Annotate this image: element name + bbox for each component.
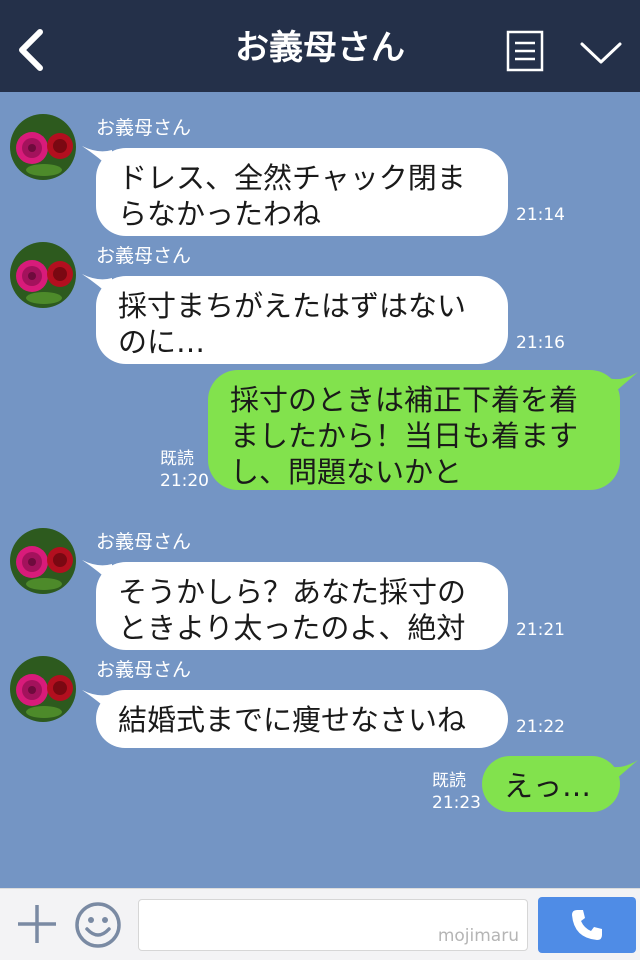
- watermark-text: mojimaru: [437, 926, 519, 946]
- avatar[interactable]: [10, 242, 76, 308]
- read-status: 既読 21:23: [432, 770, 481, 814]
- plus-icon[interactable]: [16, 903, 58, 945]
- read-label: 既読: [160, 449, 194, 469]
- message-line: ときより太ったのよ、絶対: [118, 611, 466, 645]
- message-time: 21:20: [160, 471, 209, 491]
- message-bubble[interactable]: そうかしら？あなた採寸の ときより太ったのよ、絶対: [96, 562, 508, 650]
- sender-name: お義母さん: [96, 117, 192, 139]
- read-label: 既読: [432, 771, 466, 791]
- message-line: のに…: [118, 325, 206, 359]
- input-bar: mojimaru: [0, 888, 640, 960]
- notes-icon[interactable]: [506, 30, 544, 72]
- avatar[interactable]: [10, 656, 76, 722]
- chevron-down-icon[interactable]: [578, 38, 624, 68]
- message-bubble[interactable]: 採寸のときは補正下着を着 ましたから！当日も着ます し、問題ないかと: [208, 370, 620, 490]
- message-input[interactable]: mojimaru: [138, 899, 528, 951]
- message-bubble[interactable]: ドレス、全然チャック閉ま らなかったわね: [96, 148, 508, 236]
- rose-icon: [10, 656, 76, 722]
- message-line: らなかったわね: [118, 197, 322, 231]
- message-line: ましたから！当日も着ます: [230, 419, 579, 453]
- rose-icon: [10, 114, 76, 180]
- message-line: そうかしら？あなた採寸の: [118, 575, 467, 609]
- message-line: 結婚式までに痩せなさいね: [118, 703, 467, 737]
- message-time: 21:22: [516, 717, 565, 737]
- message-time: 21:21: [516, 620, 565, 640]
- sender-name: お義母さん: [96, 531, 192, 553]
- smile-icon[interactable]: [74, 901, 122, 949]
- message-line: えっ…: [504, 769, 592, 803]
- message-bubble[interactable]: えっ…: [482, 756, 620, 812]
- message-bubble[interactable]: 採寸まちがえたはずはない のに…: [96, 276, 508, 364]
- phone-icon: [572, 910, 602, 940]
- message-line: 採寸のときは補正下着を着: [230, 383, 579, 417]
- message-bubble[interactable]: 結婚式までに痩せなさいね: [96, 690, 508, 748]
- read-status: 既読 21:20: [160, 448, 209, 492]
- avatar[interactable]: [10, 528, 76, 594]
- chat-title: お義母さん: [235, 28, 405, 68]
- chat-area[interactable]: お義母さん ドレス、全然チャック閉ま らなかったわね 21:14 お義母さん 採…: [0, 92, 640, 888]
- message-line: 採寸まちがえたはずはない: [118, 289, 467, 323]
- rose-icon: [10, 528, 76, 594]
- message-time: 21:23: [432, 793, 481, 813]
- message-line: し、問題ないかと: [230, 455, 463, 489]
- bubble-tail: [608, 372, 638, 398]
- avatar[interactable]: [10, 114, 76, 180]
- message-time: 21:16: [516, 333, 565, 353]
- sender-name: お義母さん: [96, 245, 192, 267]
- message-time: 21:14: [516, 205, 565, 225]
- chat-header: お義母さん: [0, 0, 640, 92]
- call-button[interactable]: [538, 897, 636, 953]
- message-line: ドレス、全然チャック閉ま: [118, 161, 466, 195]
- rose-icon: [10, 242, 76, 308]
- sender-name: お義母さん: [96, 659, 192, 681]
- bubble-tail: [608, 760, 638, 786]
